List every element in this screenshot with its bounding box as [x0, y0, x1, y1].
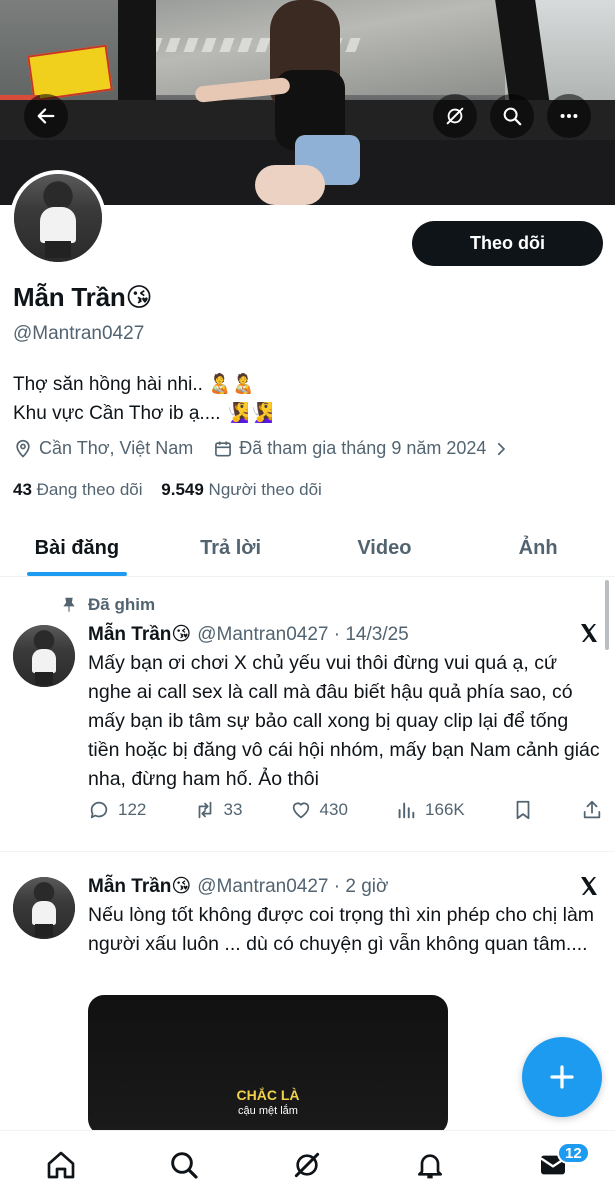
followers-label: Người theo dõi: [208, 480, 322, 499]
search-button[interactable]: [490, 94, 534, 138]
display-name: Mẫn Trần😘: [13, 282, 153, 313]
search-icon: [503, 107, 522, 126]
followers-count: 9.549: [161, 480, 204, 499]
profile-bio: Thợ săn hồng hài nhi.. 🧑‍🍼🧑‍🍼 Khu vực Cầ…: [13, 370, 273, 428]
post-video-thumbnail[interactable]: CHẮC LÀ cậu mệt lắm: [88, 995, 448, 1135]
post-pinned[interactable]: Đã ghim Mẫn Trần😘 @Mantran0427 · 14/3/25…: [0, 595, 615, 850]
banner-person: [255, 165, 325, 205]
grok-button[interactable]: [433, 94, 477, 138]
x-logo-icon[interactable]: [577, 874, 601, 898]
more-button[interactable]: [547, 94, 591, 138]
grok-icon[interactable]: [291, 1149, 323, 1181]
bio-line: Khu vực Cần Thơ ib ạ.... 🧏‍♀️🧏‍♀️: [13, 403, 274, 424]
bookmark-icon: [516, 800, 530, 820]
post-text: Nếu lòng tốt không được coi trọng thì xi…: [88, 904, 595, 955]
views-button[interactable]: 166K: [395, 799, 465, 821]
search-icon[interactable]: [168, 1149, 200, 1181]
pinned-text: Đã ghim: [88, 595, 156, 614]
tab-photos[interactable]: Ảnh: [461, 520, 615, 576]
name-emoji: 😘: [125, 282, 153, 312]
tab-video[interactable]: Video: [308, 520, 462, 576]
back-button[interactable]: [24, 94, 68, 138]
reply-icon: [90, 801, 108, 819]
bookmark-button[interactable]: [512, 799, 534, 821]
repost-button[interactable]: 33: [194, 799, 243, 821]
bottom-nav: [0, 1130, 615, 1200]
views-icon: [398, 802, 415, 819]
views-count: 166K: [425, 800, 465, 819]
following-count: 43: [13, 480, 32, 499]
x-logo-icon[interactable]: [577, 621, 601, 645]
pinned-label: Đã ghim: [60, 595, 155, 615]
avatar-photo: [13, 877, 75, 939]
display-name-text: Mẫn Trần: [13, 282, 126, 312]
post-actions: 122 33 430 166K: [88, 795, 603, 825]
home-icon[interactable]: [45, 1149, 77, 1181]
post-header: Mẫn Trần😘 @Mantran0427 · 14/3/25: [88, 623, 409, 646]
messages-badge: 12: [557, 1142, 590, 1164]
share-button[interactable]: [581, 799, 603, 821]
post-author-name[interactable]: Mẫn Trần😘: [88, 623, 191, 646]
chevron-right-icon[interactable]: [492, 440, 510, 458]
like-count: 430: [319, 800, 348, 819]
post-handle-time: @Mantran0427 · 2 giờ: [197, 876, 389, 897]
profile-meta: Cần Thơ, Việt Nam Đã tham gia tháng 9 nă…: [13, 438, 510, 459]
plus-icon: [550, 1065, 574, 1089]
video-caption: CHẮC LÀ: [236, 1087, 300, 1103]
video-caption: cậu mệt lắm: [238, 1105, 298, 1117]
calendar-icon: [215, 441, 232, 456]
repost-count: 33: [223, 800, 243, 819]
profile-avatar[interactable]: [10, 170, 106, 266]
compose-button[interactable]: [522, 1037, 602, 1117]
avatar-photo: [14, 174, 102, 262]
reply-count: 122: [118, 800, 147, 819]
like-button[interactable]: 430: [290, 799, 348, 821]
more-icon: [560, 113, 578, 119]
profile-handle: @Mantran0427: [13, 323, 145, 344]
following-link[interactable]: 43 Đang theo dõi: [13, 480, 143, 499]
heart-icon: [292, 802, 309, 819]
post-text: Mấy bạn ơi chơi X chủ yếu vui thôi đừng …: [88, 652, 600, 790]
repost-icon: [198, 801, 211, 819]
follow-counts: 43 Đang theo dõi 9.549 Người theo dõi: [13, 480, 322, 500]
followers-link[interactable]: 9.549 Người theo dõi: [161, 480, 322, 499]
profile-tabs: Bài đăng Trả lời Video Ảnh: [0, 520, 615, 577]
bio-line: Thợ săn hồng hài nhi.. 🧑‍🍼🧑‍🍼: [13, 374, 256, 395]
post-header: Mẫn Trần😘 @Mantran0427 · 2 giờ: [88, 875, 388, 898]
tab-posts[interactable]: Bài đăng: [0, 520, 154, 576]
post-handle-time: @Mantran0427 · 14/3/25: [197, 624, 409, 645]
following-label: Đang theo dõi: [36, 480, 143, 499]
joined-text: Đã tham gia tháng 9 năm 2024: [239, 438, 487, 458]
reply-button[interactable]: 122: [88, 799, 146, 821]
location-icon: [16, 439, 30, 458]
grok-icon: [446, 107, 464, 125]
post-author-name[interactable]: Mẫn Trần😘: [88, 875, 191, 898]
post-divider: [0, 851, 615, 852]
follow-button[interactable]: Theo dõi: [412, 221, 603, 266]
tab-replies[interactable]: Trả lời: [154, 520, 308, 576]
post-avatar[interactable]: [13, 877, 75, 939]
notifications-icon[interactable]: [414, 1149, 446, 1181]
post-avatar[interactable]: [13, 625, 75, 687]
share-icon: [583, 800, 601, 819]
back-arrow-icon: [37, 108, 55, 124]
pin-icon: [63, 597, 75, 612]
location-text: Cần Thơ, Việt Nam: [39, 438, 194, 458]
avatar-photo: [13, 625, 75, 687]
